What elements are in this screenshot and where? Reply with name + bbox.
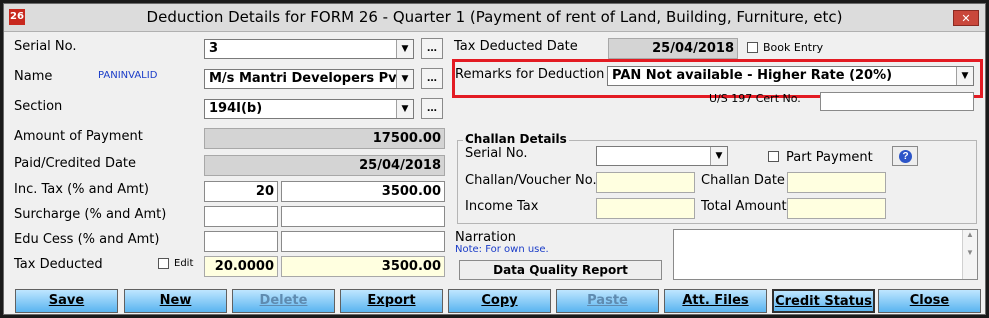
- cert-no-label: U/S 197 Cert No.: [709, 92, 801, 105]
- data-quality-report-button[interactable]: Data Quality Report: [459, 260, 662, 280]
- paid-date-field: 25/04/2018: [204, 155, 445, 176]
- narration-note: Note: For own use.: [455, 244, 549, 255]
- section-label: Section: [14, 99, 63, 114]
- amount-field: 17500.00: [204, 128, 445, 149]
- copy-button[interactable]: Copy: [448, 289, 551, 313]
- tax-deducted-label: Tax Deducted: [14, 257, 103, 272]
- tax-deducted-date-label: Tax Deducted Date: [454, 39, 578, 54]
- paste-button-label: Paste: [587, 293, 628, 308]
- close-button-label: Close: [909, 293, 950, 308]
- new-button[interactable]: New: [124, 289, 227, 313]
- inc-tax-percent-input[interactable]: 20: [204, 181, 278, 202]
- cert-no-input[interactable]: [820, 92, 974, 111]
- narration-label: Narration: [455, 230, 517, 245]
- edu-cess-percent-input[interactable]: [204, 231, 278, 252]
- window-title: Deduction Details for FORM 26 - Quarter …: [146, 8, 843, 26]
- inc-tax-amount-input[interactable]: 3500.00: [281, 181, 445, 202]
- edit-checkbox[interactable]: [158, 258, 169, 269]
- challan-details-title: Challan Details: [463, 132, 569, 146]
- serial-combo[interactable]: 3 ▼: [204, 39, 414, 59]
- serial-value: 3: [209, 41, 219, 56]
- section-browse-button[interactable]: ...: [421, 98, 443, 119]
- export-button[interactable]: Export: [340, 289, 443, 313]
- amount-label: Amount of Payment: [14, 129, 143, 144]
- inc-tax-label: Inc. Tax (% and Amt): [14, 182, 149, 197]
- chevron-down-icon[interactable]: ▼: [396, 40, 413, 58]
- title-bar: 26 Deduction Details for FORM 26 - Quart…: [4, 4, 985, 32]
- challan-serial-label: Serial No.: [465, 146, 528, 161]
- save-button[interactable]: Save: [15, 289, 118, 313]
- tax-deducted-date-field: 25/04/2018: [608, 38, 738, 59]
- credit-status-button[interactable]: Credit Status: [772, 289, 875, 313]
- serial-browse-button[interactable]: ...: [421, 38, 443, 59]
- voucher-field[interactable]: [596, 172, 695, 193]
- narration-scrollbar[interactable]: ▲ ▼: [962, 230, 977, 279]
- export-button-label: Export: [367, 293, 416, 308]
- chevron-down-icon[interactable]: ▼: [710, 147, 727, 165]
- total-amount-field[interactable]: [787, 198, 886, 219]
- delete-button-label: Delete: [259, 293, 308, 308]
- pan-invalid-flag: PANINVALID: [98, 70, 158, 81]
- name-label: Name: [14, 69, 53, 84]
- close-button[interactable]: Close: [878, 289, 981, 313]
- chevron-down-icon[interactable]: ▼: [396, 100, 413, 118]
- name-browse-button[interactable]: ...: [421, 68, 443, 89]
- part-payment-checkbox[interactable]: [768, 151, 779, 162]
- total-amount-label: Total Amount: [701, 199, 787, 214]
- paid-date-label: Paid/Credited Date: [14, 156, 137, 171]
- edit-label: Edit: [174, 258, 194, 269]
- att-files-button-label: Att. Files: [682, 293, 749, 308]
- surcharge-amount-input[interactable]: [281, 206, 445, 227]
- att-files-button[interactable]: Att. Files: [664, 289, 767, 313]
- part-payment-label: Part Payment: [786, 150, 873, 165]
- tax-deducted-percent-field: 20.0000: [204, 256, 278, 277]
- tax-deducted-amount-field: 3500.00: [281, 256, 445, 277]
- surcharge-percent-input[interactable]: [204, 206, 278, 227]
- name-combo[interactable]: M/s Mantri Developers Pvt l ▼: [204, 69, 414, 89]
- edu-cess-amount-input[interactable]: [281, 231, 445, 252]
- window-close-button[interactable]: ✕: [953, 10, 979, 26]
- income-tax-label: Income Tax: [465, 199, 539, 214]
- section-value: 194I(b): [209, 101, 263, 116]
- help-icon: ?: [899, 150, 912, 163]
- edu-cess-label: Edu Cess (% and Amt): [14, 232, 160, 247]
- help-button[interactable]: ?: [892, 146, 918, 166]
- income-tax-field[interactable]: [596, 198, 695, 219]
- section-combo[interactable]: 194I(b) ▼: [204, 99, 414, 119]
- challan-serial-combo[interactable]: ▼: [596, 146, 728, 166]
- copy-button-label: Copy: [481, 293, 518, 308]
- save-button-label: Save: [48, 293, 85, 308]
- new-button-label: New: [159, 293, 192, 308]
- challan-date-field[interactable]: [787, 172, 886, 193]
- name-value: M/s Mantri Developers Pvt l: [209, 71, 412, 86]
- paste-button[interactable]: Paste: [556, 289, 659, 313]
- narration-textarea[interactable]: ▲ ▼: [673, 229, 978, 280]
- serial-label: Serial No.: [14, 39, 77, 54]
- book-entry-label: Book Entry: [763, 41, 824, 54]
- challan-date-label: Challan Date: [701, 173, 785, 188]
- credit-status-button-label: Credit Status: [775, 294, 872, 309]
- chevron-down-icon[interactable]: ▼: [396, 70, 413, 88]
- delete-button[interactable]: Delete: [232, 289, 335, 313]
- deduction-details-window: 26 Deduction Details for FORM 26 - Quart…: [3, 3, 986, 315]
- book-entry-checkbox[interactable]: [747, 42, 758, 53]
- surcharge-label: Surcharge (% and Amt): [14, 207, 167, 222]
- voucher-label: Challan/Voucher No.: [465, 173, 597, 188]
